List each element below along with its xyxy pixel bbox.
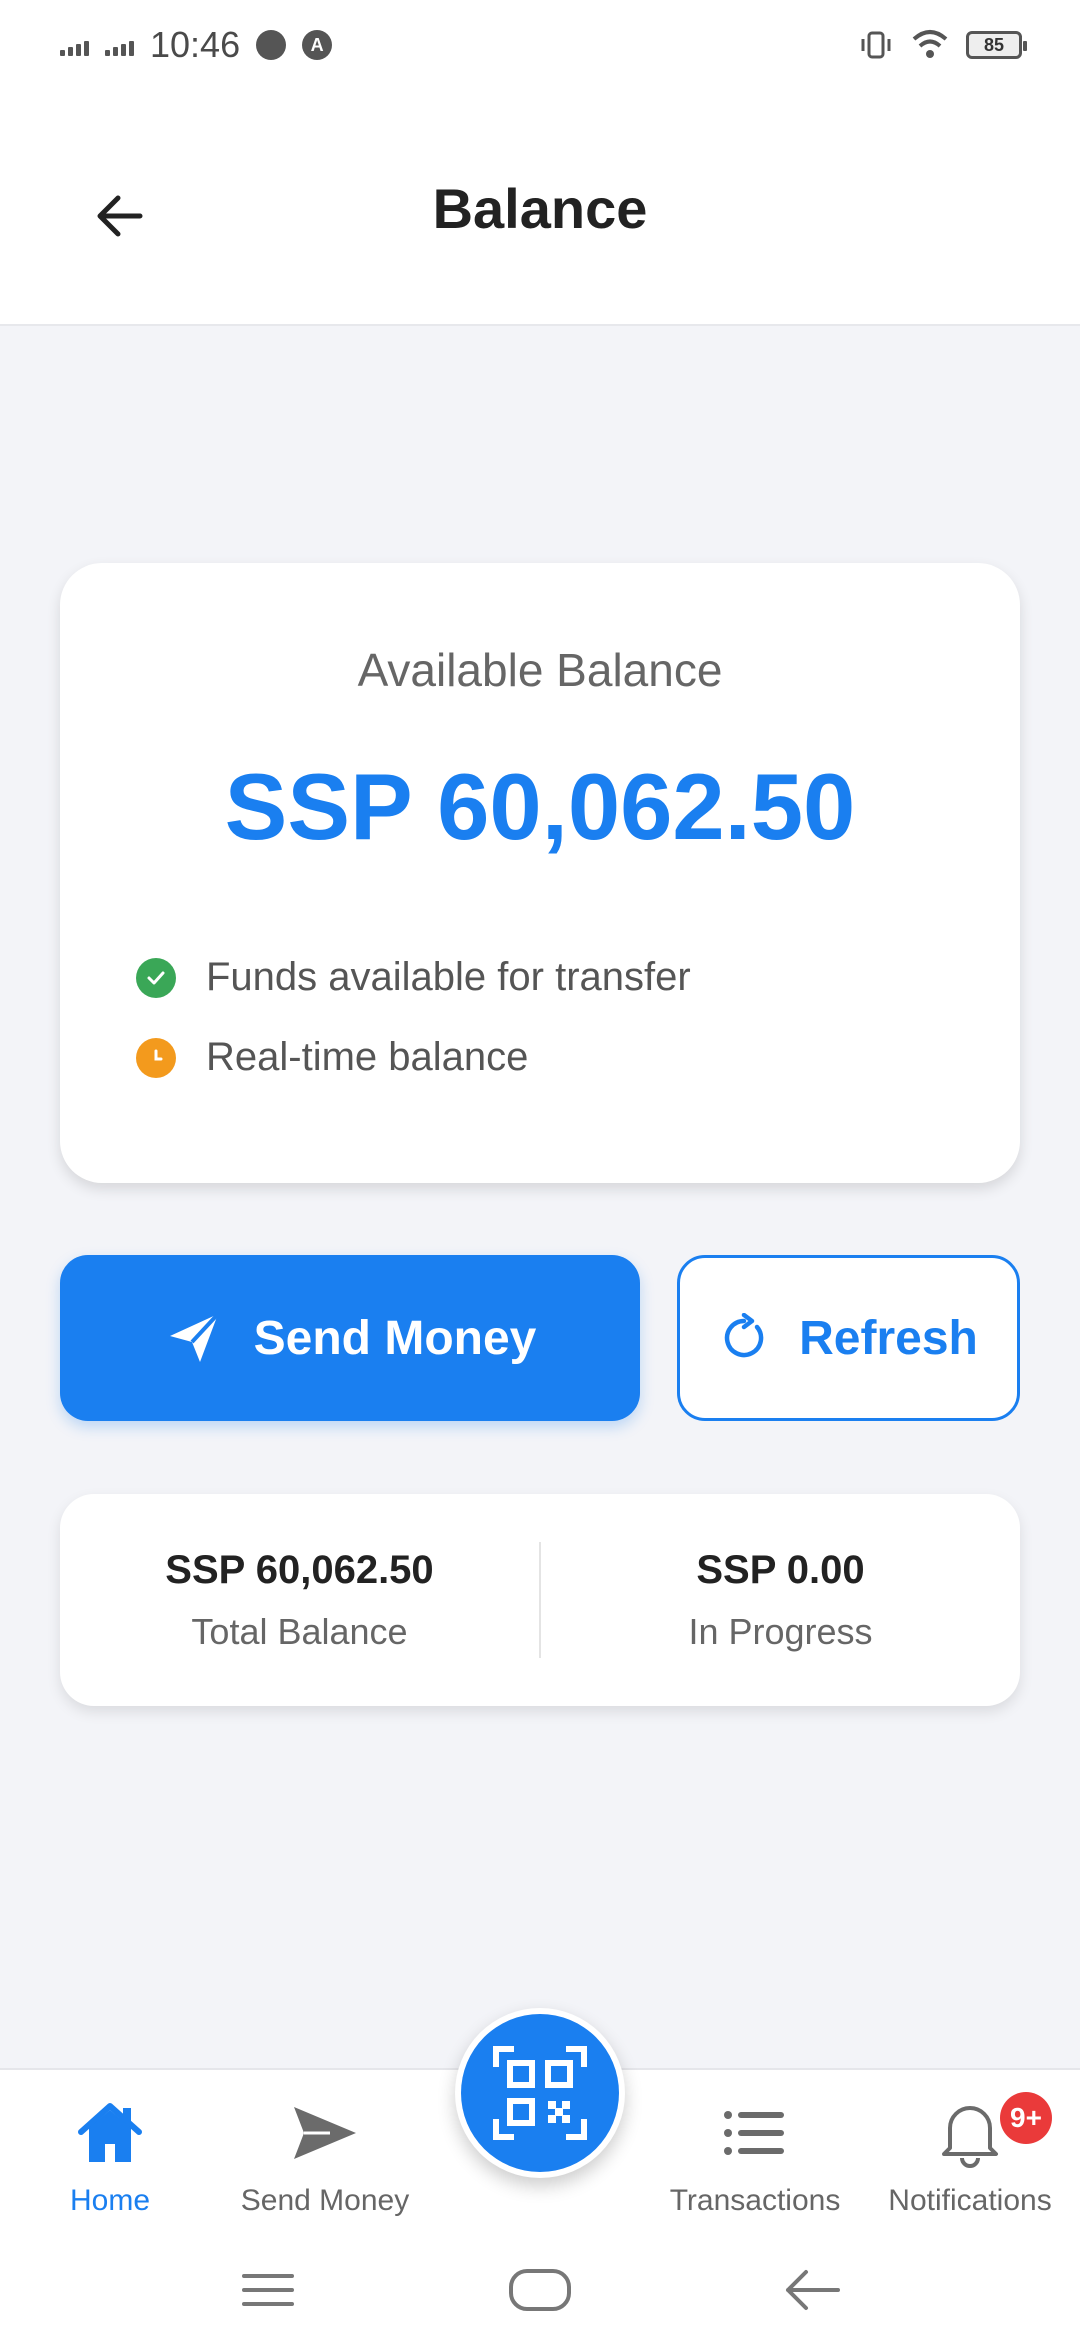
status-time: 10:46: [150, 24, 241, 65]
status-bar: 10:46 A 85: [0, 0, 1080, 90]
page-title: Balance: [432, 177, 648, 240]
app-icon: A: [302, 30, 333, 60]
send-icon: [215, 2094, 435, 2172]
total-balance-col: SSP 60,062.50 Total Balance: [60, 1548, 539, 1653]
available-balance-label: Available Balance: [357, 644, 723, 696]
summary-card: SSP 60,062.50 Total Balance SSP 0.00 In …: [60, 1494, 1020, 1706]
in-progress-col: SSP 0.00 In Progress: [541, 1548, 1020, 1653]
system-nav-bar: [0, 2240, 1080, 2340]
wifi-icon: [912, 30, 948, 58]
feature-text: Real-time balance: [206, 1035, 529, 1079]
app-header: Balance: [0, 90, 1080, 326]
nav-notifications[interactable]: Notifications 9+: [860, 2092, 1080, 2218]
status-right: 85: [858, 27, 1027, 63]
refresh-icon: [724, 1313, 764, 1358]
notification-badge: 9+: [1000, 2092, 1052, 2144]
in-progress-label: In Progress: [688, 1610, 873, 1652]
nav-label: Transactions: [669, 2184, 841, 2217]
qr-code-icon: [461, 2014, 619, 2172]
nav-label: Home: [69, 2184, 151, 2217]
feature-row-realtime: Real-time balance: [136, 1035, 528, 1080]
nav-send-money[interactable]: Send Money: [215, 2094, 435, 2218]
signal-icon: [105, 34, 134, 56]
balance-screen: 10:46 A 85 Balance Available Balance SSP…: [0, 0, 1080, 2340]
refresh-label: Refresh: [799, 1311, 978, 1365]
nav-label: Send Money: [240, 2184, 410, 2217]
battery-icon: 85: [966, 31, 1027, 59]
nav-label: Notifications: [888, 2184, 1052, 2217]
total-balance-label: Total Balance: [191, 1610, 408, 1652]
signal-icon: [60, 34, 89, 56]
home-icon: [0, 2094, 220, 2172]
balance-card: Available Balance SSP 60,062.50 Funds av…: [60, 563, 1020, 1183]
chat-icon: [256, 30, 287, 60]
menu-icon[interactable]: [240, 2270, 296, 2310]
battery-level: 85: [983, 34, 1005, 55]
in-progress-amount: SSP 0.00: [696, 1547, 865, 1592]
home-nav-icon[interactable]: [508, 2268, 572, 2312]
list-icon: [645, 2094, 865, 2172]
available-balance-amount: SSP 60,062.50: [224, 754, 856, 859]
nav-home[interactable]: Home: [0, 2094, 220, 2218]
nav-transactions[interactable]: Transactions: [645, 2094, 865, 2218]
send-money-button[interactable]: Send Money: [60, 1255, 640, 1421]
clock-icon: [136, 1037, 176, 1078]
paper-plane-icon: [169, 1312, 220, 1362]
refresh-button[interactable]: Refresh: [677, 1255, 1020, 1421]
back-nav-icon[interactable]: [784, 2268, 840, 2312]
vibrate-icon: [861, 31, 891, 59]
qr-scan-button[interactable]: [455, 2008, 625, 2178]
status-left: 10:46 A: [60, 24, 333, 66]
feature-row-funds: Funds available for transfer: [136, 955, 691, 1000]
check-circle-icon: [136, 957, 176, 998]
total-balance-amount: SSP 60,062.50: [165, 1547, 434, 1592]
send-money-label: Send Money: [253, 1311, 537, 1365]
feature-text: Funds available for transfer: [206, 955, 691, 999]
